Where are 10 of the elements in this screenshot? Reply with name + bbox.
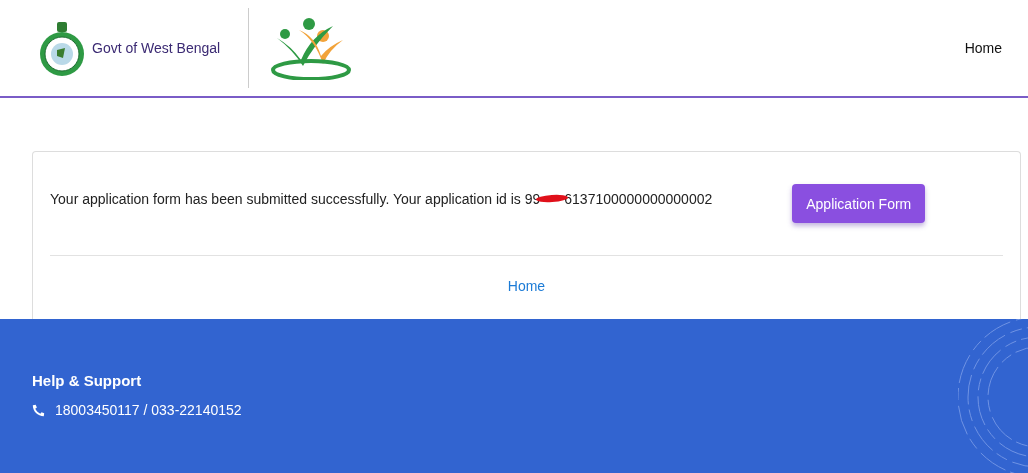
- emblem-icon: [38, 20, 86, 76]
- application-id: 6137100000000000002: [564, 190, 713, 207]
- brand-name: Govt of West Bengal: [92, 40, 221, 56]
- people-logo-icon: [271, 16, 352, 80]
- nav-link[interactable]: Home: [958, 39, 1008, 57]
- phone-icon: [32, 403, 45, 417]
- application-form-button[interactable]: Application Form: [792, 184, 926, 223]
- help-heading: Help & Support: [32, 372, 143, 389]
- home-link[interactable]: Home: [501, 277, 552, 295]
- phone-numbers: 18003450117 / 033-22140152: [55, 402, 242, 418]
